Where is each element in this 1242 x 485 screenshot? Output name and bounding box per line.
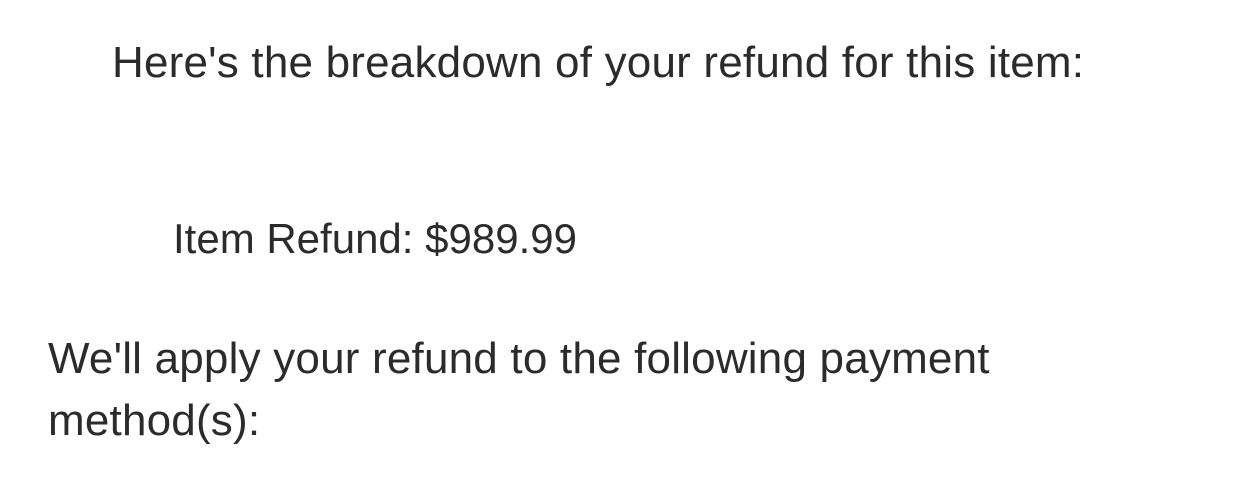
item-refund-label: Item Refund: [173, 215, 414, 262]
item-refund-amount: $989.99 [425, 215, 577, 262]
payment-method-note: We'll apply your refund to the following… [48, 334, 990, 445]
item-refund-line: Item Refund: $989.99 [173, 208, 577, 270]
intro-text: Here's the breakdown of your refund for … [112, 38, 1085, 87]
